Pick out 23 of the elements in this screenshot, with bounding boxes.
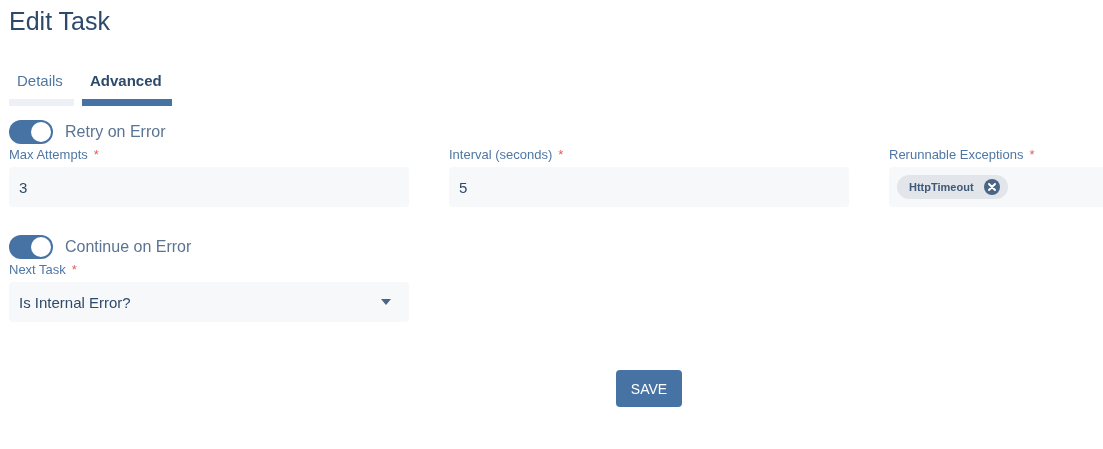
remove-icon[interactable]	[983, 179, 1000, 195]
tag-input-field[interactable]: HttpTimeout	[889, 167, 1103, 207]
input-field[interactable]: 3	[9, 167, 409, 207]
required-mark: *	[93, 147, 99, 163]
field-label: Rerunnable Exceptions	[889, 147, 1024, 163]
tab[interactable]: Details	[9, 72, 74, 106]
field-label: Next Task	[9, 262, 66, 278]
tab[interactable]: Advanced	[82, 72, 172, 106]
field-label: Max Attempts	[9, 147, 88, 163]
save-button[interactable]: SAVE	[616, 370, 682, 407]
dropdown[interactable]: Is Internal Error?	[9, 282, 409, 322]
caret-icon	[381, 299, 391, 305]
required-mark: *	[558, 147, 564, 163]
tag-chip[interactable]: HttpTimeout	[897, 175, 1008, 199]
toggle-label: Retry on Error	[65, 123, 166, 141]
page-title: Edit Task	[9, 6, 111, 37]
toggle-label: Continue on Error	[65, 238, 192, 256]
required-mark: *	[1029, 147, 1035, 163]
input-field[interactable]: 5	[449, 167, 849, 207]
toggle-switch[interactable]	[9, 120, 53, 144]
toggle-switch[interactable]	[9, 235, 53, 259]
field-label: Interval (seconds)	[449, 147, 553, 163]
required-mark: *	[71, 262, 77, 278]
